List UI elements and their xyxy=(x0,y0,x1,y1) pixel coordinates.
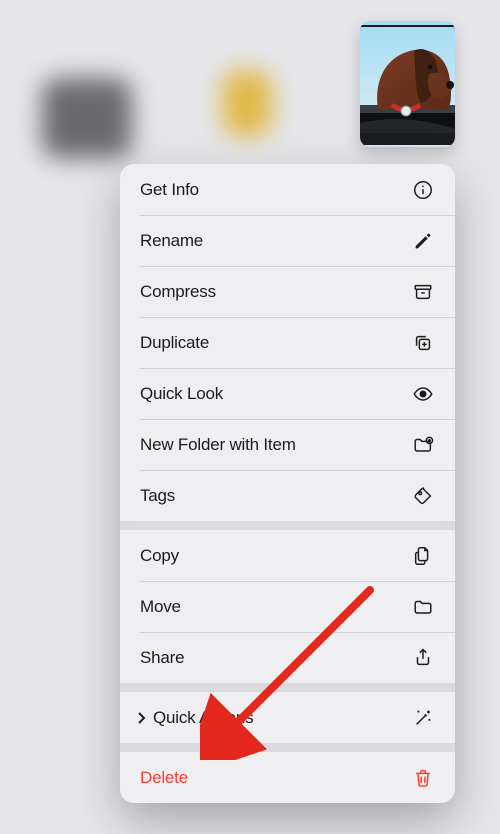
menu-item-label: Copy xyxy=(140,546,411,566)
context-menu: Get Info Rename Compress xyxy=(120,164,455,803)
menu-item-label: Rename xyxy=(140,231,411,251)
folder-badge-plus-icon xyxy=(411,433,435,457)
menu-item-quick-look[interactable]: Quick Look xyxy=(120,368,455,419)
chevron-right-icon xyxy=(136,711,146,725)
info-icon xyxy=(411,178,435,202)
menu-group-file-ops: Copy Move Share xyxy=(120,530,455,683)
duplicate-icon xyxy=(411,331,435,355)
menu-item-tags[interactable]: Tags xyxy=(120,470,455,521)
menu-separator-gap xyxy=(120,683,455,692)
tag-icon xyxy=(411,484,435,508)
sparkles-wand-icon xyxy=(411,706,435,730)
menu-item-share[interactable]: Share xyxy=(120,632,455,683)
menu-group-quick-actions: Quick Actions xyxy=(120,692,455,743)
menu-item-label: Move xyxy=(140,597,411,617)
menu-item-label: Get Info xyxy=(140,180,411,200)
menu-item-label: Duplicate xyxy=(140,333,411,353)
menu-item-label: Delete xyxy=(140,768,411,788)
trash-icon xyxy=(411,766,435,790)
bg-tile-blurred xyxy=(222,70,272,136)
bg-tile-blurred xyxy=(42,78,132,158)
menu-item-delete[interactable]: Delete xyxy=(120,752,455,803)
file-thumbnail[interactable] xyxy=(360,21,455,147)
menu-separator-gap xyxy=(120,521,455,530)
menu-item-rename[interactable]: Rename xyxy=(120,215,455,266)
menu-item-copy[interactable]: Copy xyxy=(120,530,455,581)
archivebox-icon xyxy=(411,280,435,304)
menu-item-compress[interactable]: Compress xyxy=(120,266,455,317)
folder-icon xyxy=(411,595,435,619)
menu-item-duplicate[interactable]: Duplicate xyxy=(120,317,455,368)
pencil-icon xyxy=(411,229,435,253)
menu-item-new-folder-with-item[interactable]: New Folder with Item xyxy=(120,419,455,470)
menu-group-main: Get Info Rename Compress xyxy=(120,164,455,521)
menu-item-label: Compress xyxy=(140,282,411,302)
menu-item-get-info[interactable]: Get Info xyxy=(120,164,455,215)
menu-item-label: Quick Look xyxy=(140,384,411,404)
menu-group-delete: Delete xyxy=(120,752,455,803)
menu-item-quick-actions[interactable]: Quick Actions xyxy=(120,692,455,743)
menu-item-label: New Folder with Item xyxy=(140,435,411,455)
menu-item-label: Share xyxy=(140,648,411,668)
share-icon xyxy=(411,646,435,670)
menu-item-label: Quick Actions xyxy=(153,708,411,728)
menu-item-move[interactable]: Move xyxy=(120,581,455,632)
menu-separator-gap xyxy=(120,743,455,752)
thumbnail-image xyxy=(360,21,455,147)
doc-on-doc-icon xyxy=(411,544,435,568)
eye-icon xyxy=(411,382,435,406)
menu-item-label: Tags xyxy=(140,486,411,506)
